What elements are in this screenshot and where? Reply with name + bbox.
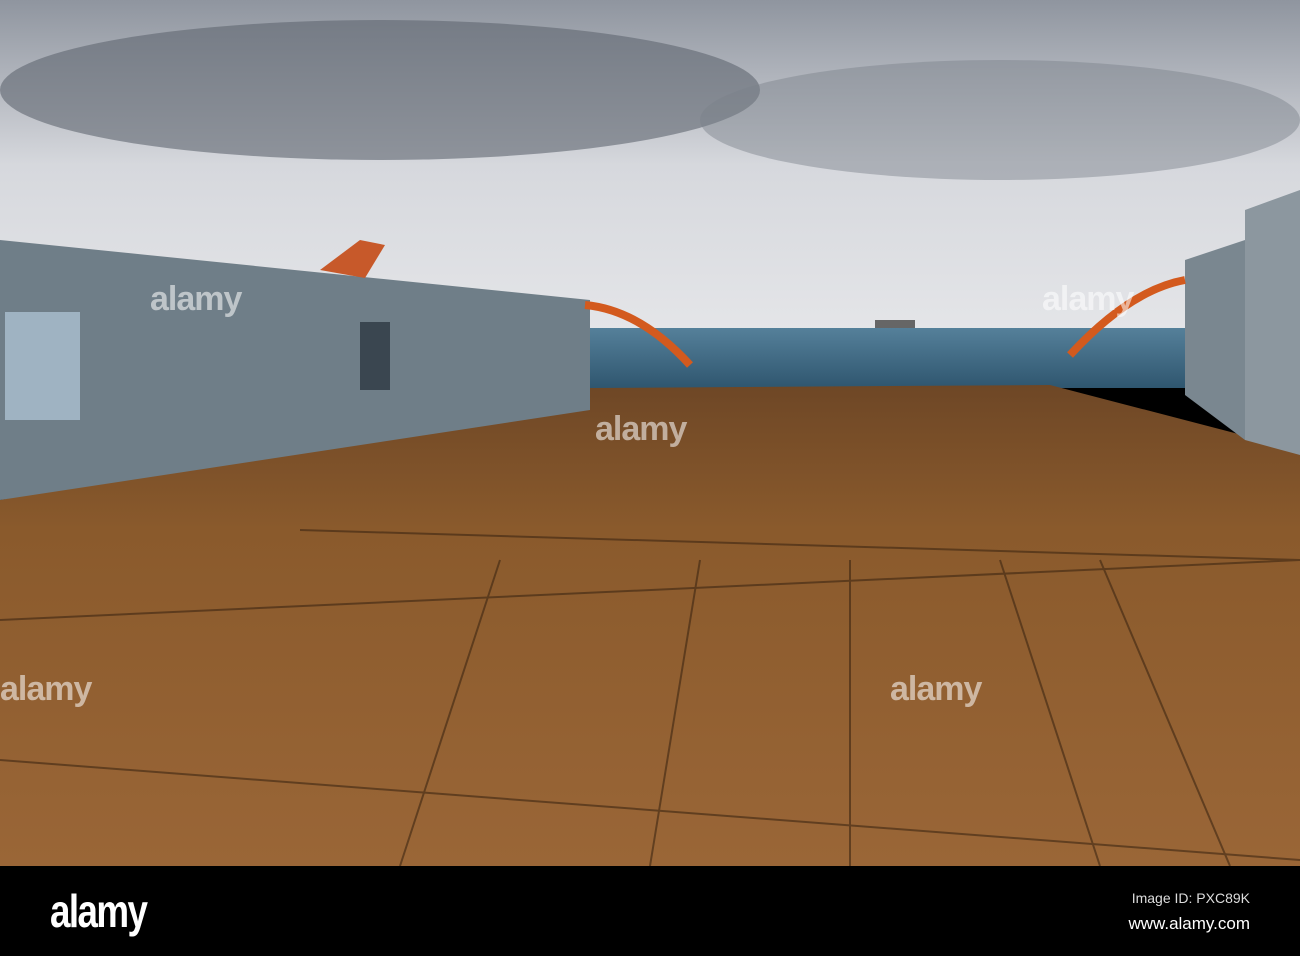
watermark: alamy — [0, 670, 92, 708]
image-id: Image ID: PXC89K — [1131, 890, 1250, 906]
footer-bar: alamy Image ID: PXC89K www.alamy.com — [0, 866, 1300, 956]
site-url: www.alamy.com — [1128, 914, 1250, 933]
alamy-logo: alamy — [50, 885, 148, 937]
cloud — [700, 60, 1300, 180]
starboard-bulwark — [1185, 240, 1245, 440]
offshore-platform — [875, 320, 915, 328]
starboard-structure — [1245, 190, 1300, 455]
cloud — [0, 20, 760, 160]
bulwark-opening — [360, 322, 390, 390]
watermark: alamy — [595, 410, 687, 448]
watermark: alamy — [890, 670, 982, 708]
watermark: alamy — [150, 280, 242, 318]
bulwark-opening — [5, 312, 80, 420]
watermark: alamy — [1042, 280, 1134, 318]
